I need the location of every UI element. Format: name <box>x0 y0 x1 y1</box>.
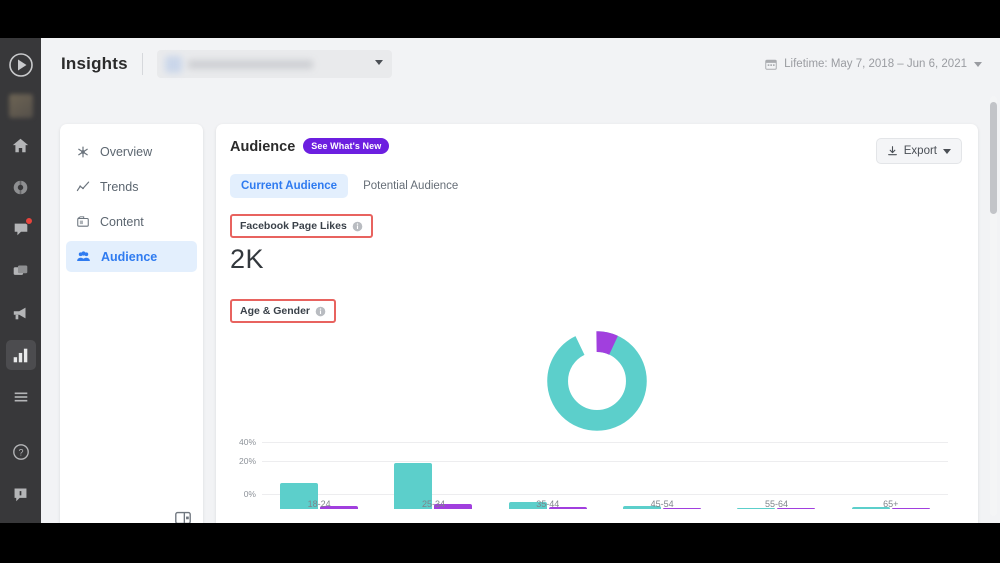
date-range-picker[interactable]: Lifetime: May 7, 2018 – Jun 6, 2021 <box>765 58 982 70</box>
info-icon[interactable] <box>352 221 363 232</box>
export-label: Export <box>904 145 937 157</box>
x-label: 65+ <box>834 499 948 509</box>
audience-tabs: Current Audience Potential Audience <box>216 164 978 198</box>
tab-current-audience[interactable]: Current Audience <box>230 174 348 198</box>
age-gender-label-box: Age & Gender <box>230 299 336 323</box>
sidebar-item-content[interactable]: Content <box>66 206 197 237</box>
x-label: 45-54 <box>605 499 719 509</box>
sidebar-item-label: Trends <box>100 180 138 194</box>
facebook-page-likes-label: Facebook Page Likes <box>240 220 347 232</box>
insights-sidebar: Overview Trends Content Au <box>60 124 203 523</box>
facebook-page-likes-value: 2K <box>216 238 978 275</box>
age-gender-label: Age & Gender <box>240 305 310 317</box>
hamburger-icon[interactable] <box>6 382 36 412</box>
account-name-redacted <box>165 56 313 73</box>
feedback-icon[interactable] <box>6 479 36 509</box>
chat-bubble-icon[interactable] <box>6 214 36 244</box>
inbox-icon[interactable] <box>6 256 36 286</box>
x-label: 55-64 <box>719 499 833 509</box>
audience-panel: Audience See What's New Export Current Au… <box>216 124 978 523</box>
info-icon[interactable] <box>315 306 326 317</box>
sidebar-item-overview[interactable]: Overview <box>66 136 197 167</box>
facebook-page-likes-section: Facebook Page Likes <box>216 198 978 238</box>
question-circle-icon[interactable]: ? <box>6 437 36 467</box>
chevron-down-icon <box>943 149 951 154</box>
divider <box>142 53 143 75</box>
age-gender-bar-chart: 40% 20% 0% <box>230 437 948 509</box>
download-icon <box>887 146 898 157</box>
line-chart-icon <box>76 180 90 194</box>
age-gender-section: Age & Gender <box>216 275 978 323</box>
sidebar-item-label: Content <box>100 215 144 229</box>
asterisk-icon <box>76 145 90 159</box>
folder-icon <box>76 215 90 229</box>
screenshot-frame: ? Insights Lifetime: May 7, 2018 – Jun 6… <box>0 0 1000 563</box>
chevron-down-icon <box>974 62 982 67</box>
bar-chart-icon[interactable] <box>6 340 36 370</box>
page-title: Insights <box>61 54 128 74</box>
tab-potential-audience[interactable]: Potential Audience <box>352 174 469 198</box>
panel-header: Audience See What's New Export <box>216 124 978 164</box>
panel-collapse-icon[interactable] <box>174 509 192 523</box>
play-circle-icon[interactable] <box>8 52 34 78</box>
sidebar-item-label: Audience <box>101 250 157 264</box>
export-button[interactable]: Export <box>876 138 962 164</box>
panel-title-group: Audience See What's New <box>230 138 389 155</box>
notification-badge <box>25 217 33 225</box>
donut-svg <box>545 329 649 433</box>
globe-icon[interactable] <box>6 172 36 202</box>
chevron-down-icon <box>375 60 383 65</box>
people-icon <box>76 249 91 264</box>
y-tick-40: 40% <box>230 437 256 447</box>
avatar-icon[interactable] <box>9 94 33 118</box>
svg-text:?: ? <box>18 448 23 458</box>
home-icon[interactable] <box>6 130 36 160</box>
facebook-page-likes-label-box: Facebook Page Likes <box>230 214 373 238</box>
x-axis-labels: 18-24 25-34 35-44 45-54 55-64 65+ <box>262 499 948 509</box>
vertical-scrollbar[interactable] <box>990 96 997 516</box>
gender-donut-chart <box>216 329 978 433</box>
y-tick-20: 20% <box>230 456 256 466</box>
megaphone-icon[interactable] <box>6 298 36 328</box>
x-label: 25-34 <box>376 499 490 509</box>
calendar-icon <box>765 58 777 70</box>
panel-title: Audience <box>230 139 295 155</box>
sidebar-item-trends[interactable]: Trends <box>66 171 197 202</box>
y-tick-0: 0% <box>230 489 256 499</box>
account-selector[interactable] <box>157 50 392 78</box>
donut-slice-men <box>558 342 637 421</box>
left-nav-rail: ? <box>0 38 41 523</box>
sidebar-item-label: Overview <box>100 145 152 159</box>
scrollbar-thumb[interactable] <box>990 102 997 214</box>
gridline <box>262 442 948 443</box>
whats-new-badge[interactable]: See What's New <box>303 138 389 154</box>
top-bar: Insights Lifetime: May 7, 2018 – Jun 6, … <box>41 38 1000 90</box>
sidebar-item-audience[interactable]: Audience <box>66 241 197 272</box>
application-window: ? Insights Lifetime: May 7, 2018 – Jun 6… <box>0 38 1000 523</box>
x-label: 18-24 <box>262 499 376 509</box>
x-label: 35-44 <box>491 499 605 509</box>
date-range-label: Lifetime: May 7, 2018 – Jun 6, 2021 <box>784 58 967 70</box>
